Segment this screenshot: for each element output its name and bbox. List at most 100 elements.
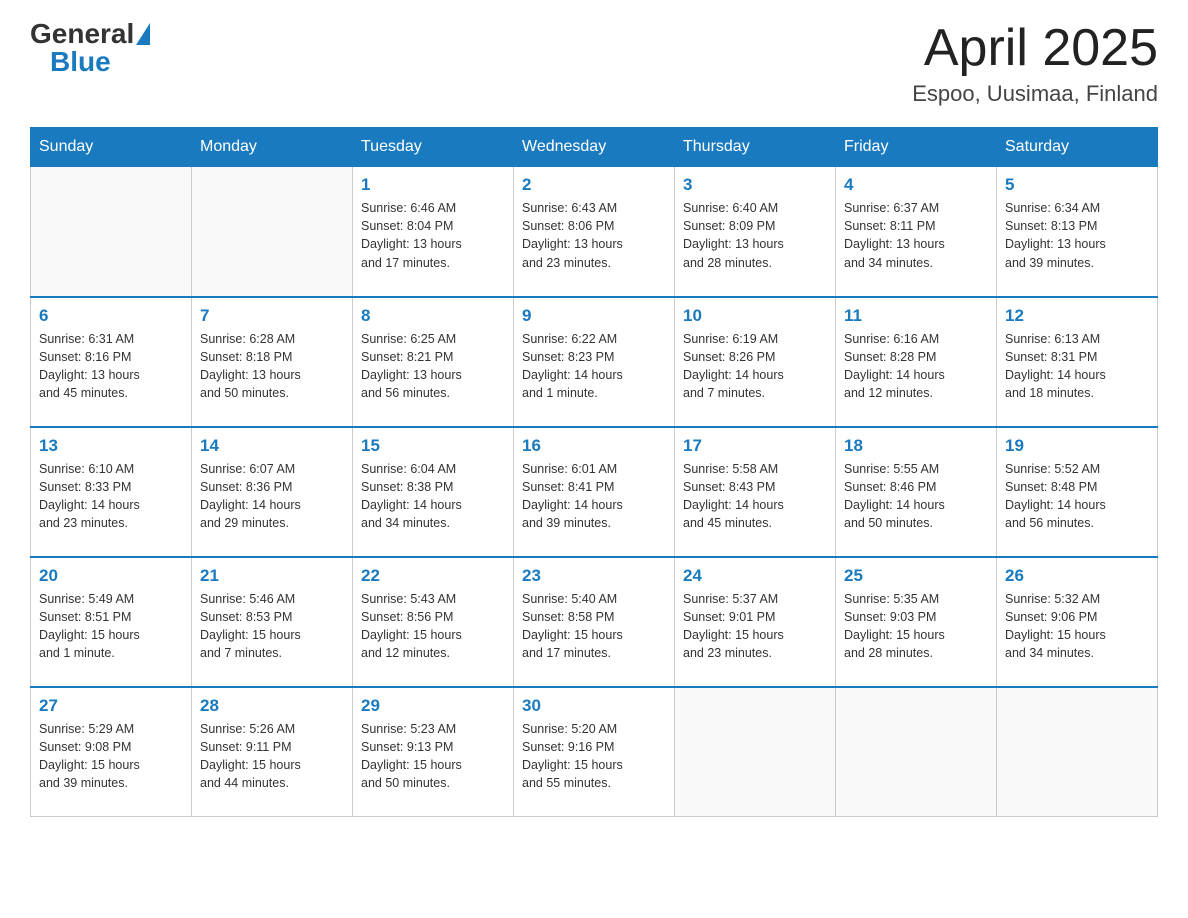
col-sunday: Sunday	[31, 128, 192, 167]
day-info: Sunrise: 6:16 AM Sunset: 8:28 PM Dayligh…	[844, 330, 988, 403]
table-row: 15 Sunrise: 6:04 AM Sunset: 8:38 PM Dayli…	[353, 427, 514, 557]
day-number: 11	[844, 306, 988, 326]
table-row: 18 Sunrise: 5:55 AM Sunset: 8:46 PM Dayli…	[836, 427, 997, 557]
table-row: 25 Sunrise: 5:35 AM Sunset: 9:03 PM Dayli…	[836, 557, 997, 687]
day-number: 16	[522, 436, 666, 456]
table-row: 10 Sunrise: 6:19 AM Sunset: 8:26 PM Dayli…	[675, 297, 836, 427]
day-number: 2	[522, 175, 666, 195]
table-row: 21 Sunrise: 5:46 AM Sunset: 8:53 PM Dayli…	[192, 557, 353, 687]
table-row: 20 Sunrise: 5:49 AM Sunset: 8:51 PM Dayli…	[31, 557, 192, 687]
day-number: 3	[683, 175, 827, 195]
day-info: Sunrise: 6:34 AM Sunset: 8:13 PM Dayligh…	[1005, 199, 1149, 272]
day-number: 25	[844, 566, 988, 586]
day-number: 17	[683, 436, 827, 456]
day-number: 10	[683, 306, 827, 326]
day-info: Sunrise: 5:37 AM Sunset: 9:01 PM Dayligh…	[683, 590, 827, 663]
day-number: 20	[39, 566, 183, 586]
table-row: 2 Sunrise: 6:43 AM Sunset: 8:06 PM Daylig…	[514, 167, 675, 297]
table-row	[836, 687, 997, 817]
month-year-title: April 2025	[912, 20, 1158, 77]
table-row	[675, 687, 836, 817]
logo: General Blue	[30, 20, 150, 76]
table-row: 14Sunrise: 6:07 AM Sunset: 8:36 PM Dayli…	[192, 427, 353, 557]
calendar-week-row: 13 Sunrise: 6:10 AM Sunset: 8:33 PM Dayli…	[31, 427, 1158, 557]
table-row: 22Sunrise: 5:43 AM Sunset: 8:56 PM Dayli…	[353, 557, 514, 687]
day-info: Sunrise: 5:58 AM Sunset: 8:43 PM Dayligh…	[683, 460, 827, 533]
day-info: Sunrise: 6:40 AM Sunset: 8:09 PM Dayligh…	[683, 199, 827, 272]
col-thursday: Thursday	[675, 128, 836, 167]
calendar-week-row: 20 Sunrise: 5:49 AM Sunset: 8:51 PM Dayli…	[31, 557, 1158, 687]
day-info: Sunrise: 5:35 AM Sunset: 9:03 PM Dayligh…	[844, 590, 988, 663]
day-number: 15	[361, 436, 505, 456]
day-info: Sunrise: 5:26 AM Sunset: 9:11 PM Dayligh…	[200, 720, 344, 793]
table-row: 30Sunrise: 5:20 AM Sunset: 9:16 PM Dayli…	[514, 687, 675, 817]
calendar-week-row: 27Sunrise: 5:29 AM Sunset: 9:08 PM Dayli…	[31, 687, 1158, 817]
table-row: 9 Sunrise: 6:22 AM Sunset: 8:23 PM Daylig…	[514, 297, 675, 427]
day-number: 13	[39, 436, 183, 456]
day-info: Sunrise: 5:55 AM Sunset: 8:46 PM Dayligh…	[844, 460, 988, 533]
day-info: Sunrise: 5:23 AM Sunset: 9:13 PM Dayligh…	[361, 720, 505, 793]
day-number: 24	[683, 566, 827, 586]
col-monday: Monday	[192, 128, 353, 167]
day-info: Sunrise: 5:46 AM Sunset: 8:53 PM Dayligh…	[200, 590, 344, 663]
table-row: 6Sunrise: 6:31 AM Sunset: 8:16 PM Daylig…	[31, 297, 192, 427]
day-number: 1	[361, 175, 505, 195]
logo-triangle-icon	[136, 23, 150, 45]
day-info: Sunrise: 5:43 AM Sunset: 8:56 PM Dayligh…	[361, 590, 505, 663]
col-wednesday: Wednesday	[514, 128, 675, 167]
day-info: Sunrise: 5:49 AM Sunset: 8:51 PM Dayligh…	[39, 590, 183, 663]
table-row: 17 Sunrise: 5:58 AM Sunset: 8:43 PM Dayli…	[675, 427, 836, 557]
logo-blue-text: Blue	[50, 48, 111, 76]
table-row: 3 Sunrise: 6:40 AM Sunset: 8:09 PM Daylig…	[675, 167, 836, 297]
table-row: 13 Sunrise: 6:10 AM Sunset: 8:33 PM Dayli…	[31, 427, 192, 557]
day-info: Sunrise: 6:25 AM Sunset: 8:21 PM Dayligh…	[361, 330, 505, 403]
table-row: 27Sunrise: 5:29 AM Sunset: 9:08 PM Dayli…	[31, 687, 192, 817]
day-info: Sunrise: 6:43 AM Sunset: 8:06 PM Dayligh…	[522, 199, 666, 272]
day-number: 9	[522, 306, 666, 326]
table-row: 7 Sunrise: 6:28 AM Sunset: 8:18 PM Daylig…	[192, 297, 353, 427]
title-block: April 2025 Espoo, Uusimaa, Finland	[912, 20, 1158, 107]
day-info: Sunrise: 5:32 AM Sunset: 9:06 PM Dayligh…	[1005, 590, 1149, 663]
table-row: 12 Sunrise: 6:13 AM Sunset: 8:31 PM Dayli…	[997, 297, 1158, 427]
logo-general-text: General	[30, 20, 134, 48]
table-row: 23 Sunrise: 5:40 AM Sunset: 8:58 PM Dayli…	[514, 557, 675, 687]
day-info: Sunrise: 6:13 AM Sunset: 8:31 PM Dayligh…	[1005, 330, 1149, 403]
table-row: 8Sunrise: 6:25 AM Sunset: 8:21 PM Daylig…	[353, 297, 514, 427]
day-info: Sunrise: 5:29 AM Sunset: 9:08 PM Dayligh…	[39, 720, 183, 793]
page-header: General Blue April 2025 Espoo, Uusimaa, …	[30, 20, 1158, 107]
location-subtitle: Espoo, Uusimaa, Finland	[912, 81, 1158, 107]
day-number: 19	[1005, 436, 1149, 456]
day-number: 12	[1005, 306, 1149, 326]
table-row: 24 Sunrise: 5:37 AM Sunset: 9:01 PM Dayli…	[675, 557, 836, 687]
day-info: Sunrise: 5:40 AM Sunset: 8:58 PM Dayligh…	[522, 590, 666, 663]
table-row: 28 Sunrise: 5:26 AM Sunset: 9:11 PM Dayli…	[192, 687, 353, 817]
day-number: 21	[200, 566, 344, 586]
day-number: 5	[1005, 175, 1149, 195]
table-row: 5 Sunrise: 6:34 AM Sunset: 8:13 PM Daylig…	[997, 167, 1158, 297]
day-info: Sunrise: 6:28 AM Sunset: 8:18 PM Dayligh…	[200, 330, 344, 403]
table-row: 1 Sunrise: 6:46 AM Sunset: 8:04 PM Daylig…	[353, 167, 514, 297]
day-info: Sunrise: 6:01 AM Sunset: 8:41 PM Dayligh…	[522, 460, 666, 533]
day-number: 28	[200, 696, 344, 716]
day-info: Sunrise: 6:22 AM Sunset: 8:23 PM Dayligh…	[522, 330, 666, 403]
col-tuesday: Tuesday	[353, 128, 514, 167]
col-friday: Friday	[836, 128, 997, 167]
day-info: Sunrise: 5:52 AM Sunset: 8:48 PM Dayligh…	[1005, 460, 1149, 533]
day-number: 23	[522, 566, 666, 586]
table-row: 16 Sunrise: 6:01 AM Sunset: 8:41 PM Dayli…	[514, 427, 675, 557]
day-number: 4	[844, 175, 988, 195]
table-row	[31, 167, 192, 297]
day-info: Sunrise: 6:46 AM Sunset: 8:04 PM Dayligh…	[361, 199, 505, 272]
calendar-week-row: 1 Sunrise: 6:46 AM Sunset: 8:04 PM Daylig…	[31, 167, 1158, 297]
table-row: 4 Sunrise: 6:37 AM Sunset: 8:11 PM Daylig…	[836, 167, 997, 297]
day-info: Sunrise: 6:10 AM Sunset: 8:33 PM Dayligh…	[39, 460, 183, 533]
day-info: Sunrise: 6:37 AM Sunset: 8:11 PM Dayligh…	[844, 199, 988, 272]
day-info: Sunrise: 6:19 AM Sunset: 8:26 PM Dayligh…	[683, 330, 827, 403]
day-info: Sunrise: 6:04 AM Sunset: 8:38 PM Dayligh…	[361, 460, 505, 533]
day-number: 7	[200, 306, 344, 326]
day-number: 18	[844, 436, 988, 456]
col-saturday: Saturday	[997, 128, 1158, 167]
calendar-week-row: 6Sunrise: 6:31 AM Sunset: 8:16 PM Daylig…	[31, 297, 1158, 427]
table-row	[192, 167, 353, 297]
table-row: 11 Sunrise: 6:16 AM Sunset: 8:28 PM Dayli…	[836, 297, 997, 427]
